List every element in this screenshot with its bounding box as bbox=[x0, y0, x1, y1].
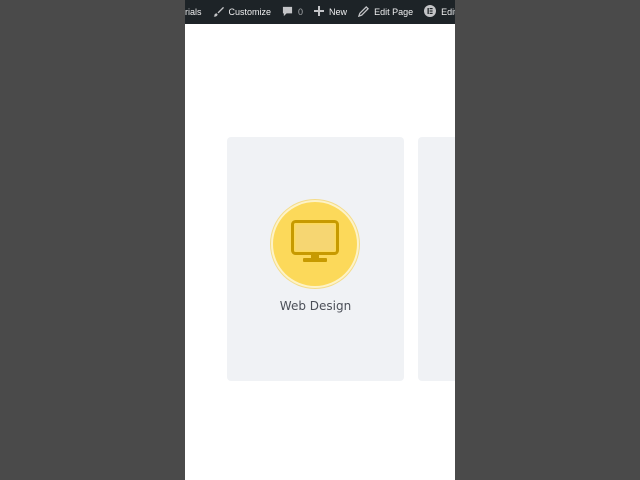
admin-bar-item-customize[interactable]: Customize bbox=[212, 0, 272, 24]
service-card-web-design[interactable]: Web Design bbox=[227, 137, 404, 381]
paintbrush-icon bbox=[212, 6, 224, 19]
admin-bar-edit-with-label: Edit wi bbox=[441, 7, 455, 17]
monitor-icon bbox=[291, 219, 339, 269]
admin-bar-edit-page-label: Edit Page bbox=[374, 7, 414, 17]
service-card-next[interactable] bbox=[418, 137, 455, 381]
services-cards: Web Design bbox=[185, 137, 455, 381]
comment-icon bbox=[282, 6, 293, 19]
admin-bar-tutorials-label: rials bbox=[185, 7, 202, 17]
pencil-icon bbox=[357, 5, 370, 19]
admin-bar-item-new[interactable]: New bbox=[314, 0, 347, 24]
admin-bar-item-comments[interactable]: 0 bbox=[282, 0, 303, 24]
admin-bar-item-edit-with-elementor[interactable]: Edit wi bbox=[424, 0, 455, 24]
wp-admin-bar: rials Customize 0 New Edit Page Edi bbox=[185, 0, 455, 24]
service-icon-badge bbox=[273, 202, 357, 286]
mobile-viewport: rials Customize 0 New Edit Page Edi Web … bbox=[185, 0, 455, 480]
elementor-icon bbox=[424, 5, 437, 19]
service-card-title: Web Design bbox=[279, 299, 352, 313]
admin-bar-item-tutorials[interactable]: rials bbox=[185, 0, 202, 24]
admin-bar-comment-count: 0 bbox=[298, 7, 304, 17]
plus-icon bbox=[314, 6, 325, 18]
admin-bar-customize-label: Customize bbox=[228, 7, 272, 17]
admin-bar-new-label: New bbox=[329, 7, 348, 17]
admin-bar-item-edit-page[interactable]: Edit Page bbox=[357, 0, 414, 24]
